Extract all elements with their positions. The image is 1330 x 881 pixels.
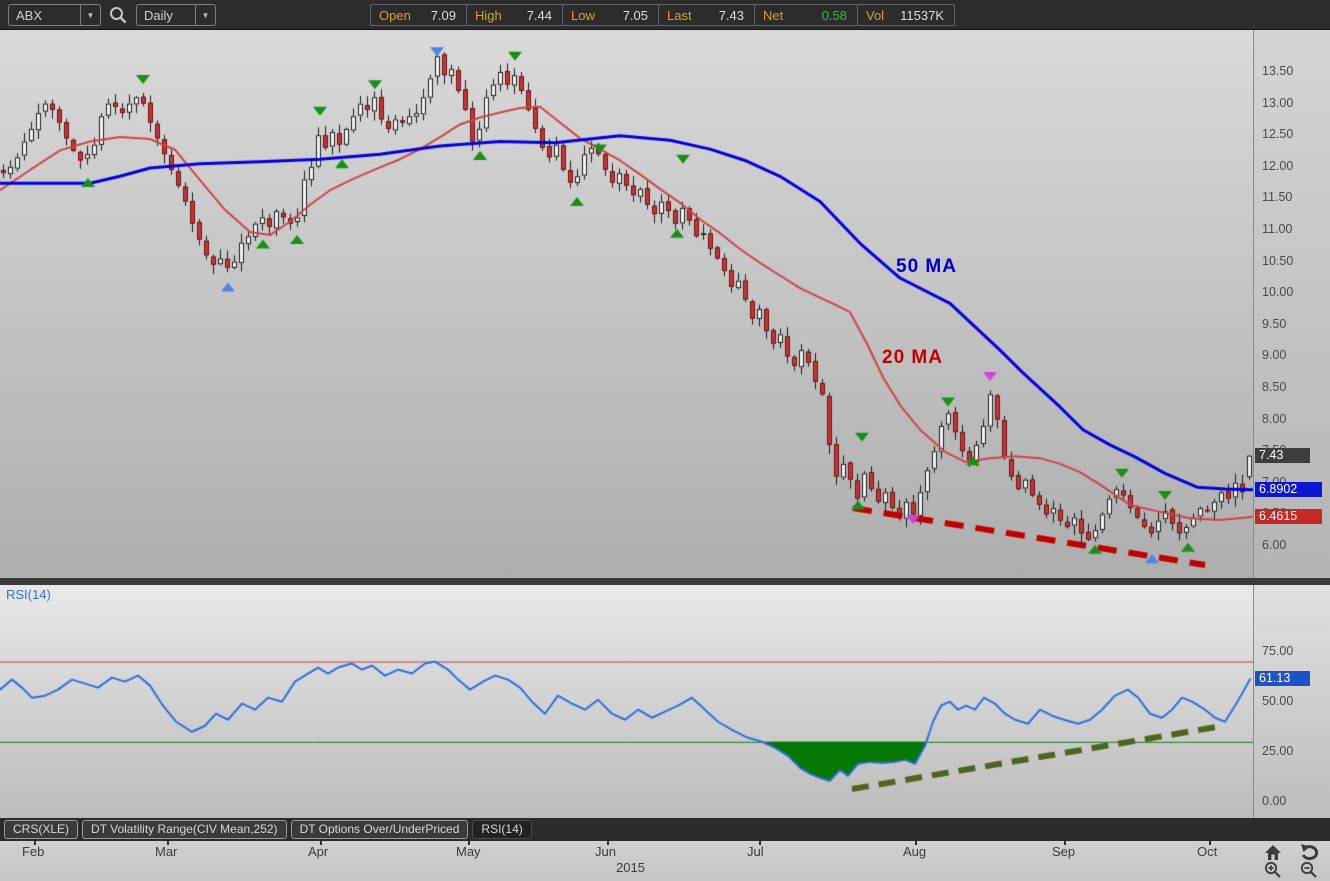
stat-value: 7.43: [718, 7, 744, 23]
tab-dt-options-over-underpriced[interactable]: DT Options Over/UnderPriced: [290, 820, 469, 839]
stat-open: Open 7.09: [370, 4, 467, 26]
chevron-down-icon[interactable]: ▼: [195, 5, 215, 25]
stat-value: 7.44: [526, 7, 552, 23]
price-tick-label: 12.00: [1262, 158, 1294, 173]
price-tick-label: 10.50: [1262, 253, 1294, 268]
rsi-axis[interactable]: 75.00 50.00 25.00 0.00 61.13: [1253, 585, 1330, 818]
toolbar: ABX ▼ Daily ▼ Open 7.09 High 7.44 Low 7.05 Las…: [0, 0, 1330, 30]
rsi-tick-label: 25.00: [1262, 743, 1294, 758]
stat-value: 0.58: [821, 7, 847, 23]
stat-value: 11537K: [900, 7, 944, 23]
month-tick: [759, 841, 761, 845]
rsi-tag-61.13: 61.13: [1255, 671, 1310, 687]
price-tick-label: 11.50: [1262, 190, 1293, 205]
month-tick: [1064, 841, 1066, 845]
zoom-out-icon[interactable]: [1298, 861, 1320, 879]
stat-label: Net: [763, 7, 784, 23]
month-label: Mar: [155, 844, 178, 859]
stat-label: Last: [667, 7, 692, 23]
stat-label: Vol: [866, 7, 885, 23]
rsi-chart-canvas[interactable]: [0, 585, 1253, 818]
price-tag-7.43: 7.43: [1255, 447, 1310, 463]
month-tick: [607, 841, 609, 845]
chart-nav-icons: [1260, 842, 1326, 880]
zoom-in-icon[interactable]: [1262, 861, 1284, 879]
panel-separator[interactable]: [0, 578, 1330, 585]
stat-value: 7.05: [622, 7, 648, 23]
month-label: Jul: [747, 844, 764, 859]
price-tick-label: 13.00: [1262, 95, 1294, 110]
price-tick-label: 9.50: [1262, 316, 1287, 331]
month-label: Feb: [22, 844, 45, 859]
month-tick: [320, 841, 322, 845]
tab-rsi-14-[interactable]: RSI(14): [472, 820, 532, 839]
stat-label: Low: [571, 7, 595, 23]
month-tick: [167, 841, 169, 845]
symbol-dropdown[interactable]: ABX ▼: [8, 4, 101, 26]
rsi-tick-label: 0.00: [1262, 794, 1287, 809]
month-label: Sep: [1052, 844, 1076, 859]
stat-label: Open: [379, 7, 411, 23]
stat-last: Last 7.43: [658, 4, 755, 26]
rsi-tick-label: 75.00: [1262, 643, 1294, 658]
month-tick: [34, 841, 36, 845]
indicator-tab-bar: CRS(XLE) DT Volatility Range(CIV Mean,252…: [0, 818, 1330, 841]
interval-value: Daily: [144, 7, 173, 23]
year-label: 2015: [616, 860, 645, 875]
price-tick-label: 8.00: [1262, 411, 1287, 426]
month-tick: [1209, 841, 1211, 845]
ma50-label: 50 MA: [896, 256, 957, 277]
price-chart-canvas[interactable]: [0, 30, 1253, 578]
price-tag-6.8902: 6.8902: [1255, 481, 1322, 497]
tab-crs-xle-[interactable]: CRS(XLE): [4, 820, 79, 839]
ma20-label: 20 MA: [882, 347, 943, 368]
stat-high: High 7.44: [466, 4, 563, 26]
stat-low: Low 7.05: [562, 4, 659, 26]
month-label: Apr: [308, 844, 329, 859]
stat-vol: Vol 11537K: [857, 4, 955, 26]
stat-label: High: [475, 7, 502, 23]
month-label: Jun: [595, 844, 616, 859]
stat-net: Net 0.58: [754, 4, 858, 26]
search-icon[interactable]: [107, 5, 129, 25]
price-tick-label: 11.00: [1262, 222, 1293, 236]
home-icon[interactable]: [1262, 843, 1284, 861]
price-tick-label: 10.00: [1262, 285, 1294, 300]
tab-dt-volatility-range-civ-mean-252-[interactable]: DT Volatility Range(CIV Mean,252): [82, 820, 287, 839]
month-label: Oct: [1197, 844, 1218, 859]
month-label: Aug: [903, 844, 927, 859]
price-tick-label: 13.50: [1262, 64, 1294, 78]
month-tick: [468, 841, 470, 845]
price-tick-label: 12.50: [1262, 127, 1294, 142]
interval-dropdown[interactable]: Daily ▼: [136, 4, 216, 26]
month-label: May: [456, 844, 481, 859]
quote-stats: Open 7.09 High 7.44 Low 7.05 Last 7.43 Net 0.58 Vo…: [370, 4, 955, 26]
price-axis[interactable]: 13.50 13.00 12.50 12.00 11.50 11.00 10.50 10.00…: [1253, 30, 1330, 578]
price-tick-label: 9.00: [1262, 348, 1287, 363]
stat-value: 7.09: [430, 7, 456, 23]
price-tick-label: 8.50: [1262, 380, 1287, 394]
rsi-panel-title: RSI(14): [6, 587, 51, 602]
chevron-down-icon[interactable]: ▼: [80, 5, 100, 25]
undo-icon[interactable]: [1298, 843, 1320, 861]
price-tick-label: 6.00: [1262, 538, 1287, 552]
month-tick: [915, 841, 917, 845]
rsi-tick-label: 50.00: [1262, 693, 1294, 708]
time-axis[interactable]: 2015 Feb Mar Apr May Jun Jul Aug Sep Oct: [0, 841, 1330, 881]
symbol-value: ABX: [16, 7, 43, 23]
price-tag-6.4615: 6.4615: [1255, 508, 1322, 524]
charting-app-window: ABX ▼ Daily ▼ Open 7.09 High 7.44 Low 7.05 Las…: [0, 0, 1330, 881]
